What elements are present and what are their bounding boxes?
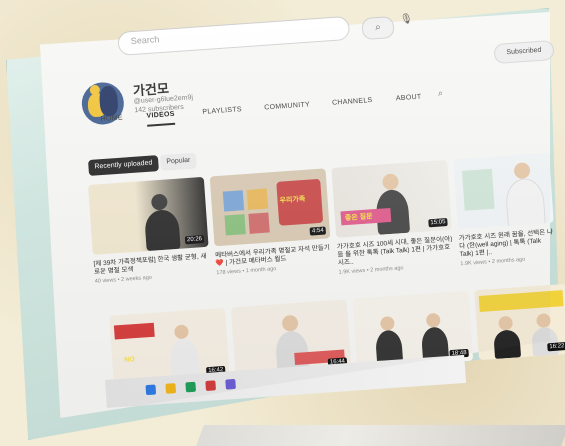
taskbar-app-icon[interactable] bbox=[205, 380, 216, 391]
chip-popular[interactable]: Popular bbox=[159, 152, 197, 171]
taskbar-app-icon[interactable] bbox=[145, 384, 157, 396]
tab-home[interactable]: HOME bbox=[100, 114, 123, 123]
video-thumbnail[interactable] bbox=[453, 152, 554, 230]
tab-community[interactable]: COMMUNITY bbox=[264, 101, 310, 111]
mic-icon[interactable]: 🎙 bbox=[400, 14, 413, 26]
channel-search-icon[interactable]: ⌕ bbox=[438, 88, 444, 99]
video-thumbnail[interactable]: 16:22 bbox=[474, 283, 565, 361]
video-duration: 16:22 bbox=[547, 342, 565, 352]
video-thumbnail[interactable]: 좋은 질문 15:05 bbox=[331, 159, 453, 238]
tab-channels[interactable]: CHANNELS bbox=[332, 97, 373, 107]
video-duration: 20:26 bbox=[184, 235, 205, 245]
search-input[interactable]: Search bbox=[130, 34, 159, 46]
subscribe-label: Subscribed bbox=[506, 46, 542, 57]
taskbar-app-icon[interactable] bbox=[165, 383, 177, 394]
tab-videos[interactable]: VIDEOS bbox=[146, 111, 175, 120]
chip-recently-uploaded[interactable]: Recently uploaded bbox=[88, 155, 159, 176]
video-duration: 4:54 bbox=[309, 226, 327, 236]
taskbar-app-icon[interactable] bbox=[185, 381, 197, 393]
tab-about[interactable]: ABOUT bbox=[396, 94, 422, 103]
search-icon: ⌕ bbox=[374, 21, 382, 34]
thumbnail-text: 우리가족 bbox=[279, 195, 306, 205]
background-object bbox=[196, 425, 565, 446]
video-thumbnail[interactable]: 우리가족 4:54 bbox=[209, 168, 331, 247]
taskbar-app-icon[interactable] bbox=[225, 378, 236, 390]
video-thumbnail[interactable]: 20:26 bbox=[88, 176, 209, 255]
video-duration: 15:05 bbox=[428, 218, 448, 228]
subscribe-button[interactable]: Subscribed bbox=[493, 39, 555, 65]
tab-playlists[interactable]: PLAYLISTS bbox=[202, 106, 242, 116]
thumbnail-text: 좋은 질문 bbox=[344, 213, 373, 223]
search-button[interactable]: ⌕ bbox=[361, 15, 395, 41]
thumbnail-text: NO bbox=[124, 356, 136, 364]
